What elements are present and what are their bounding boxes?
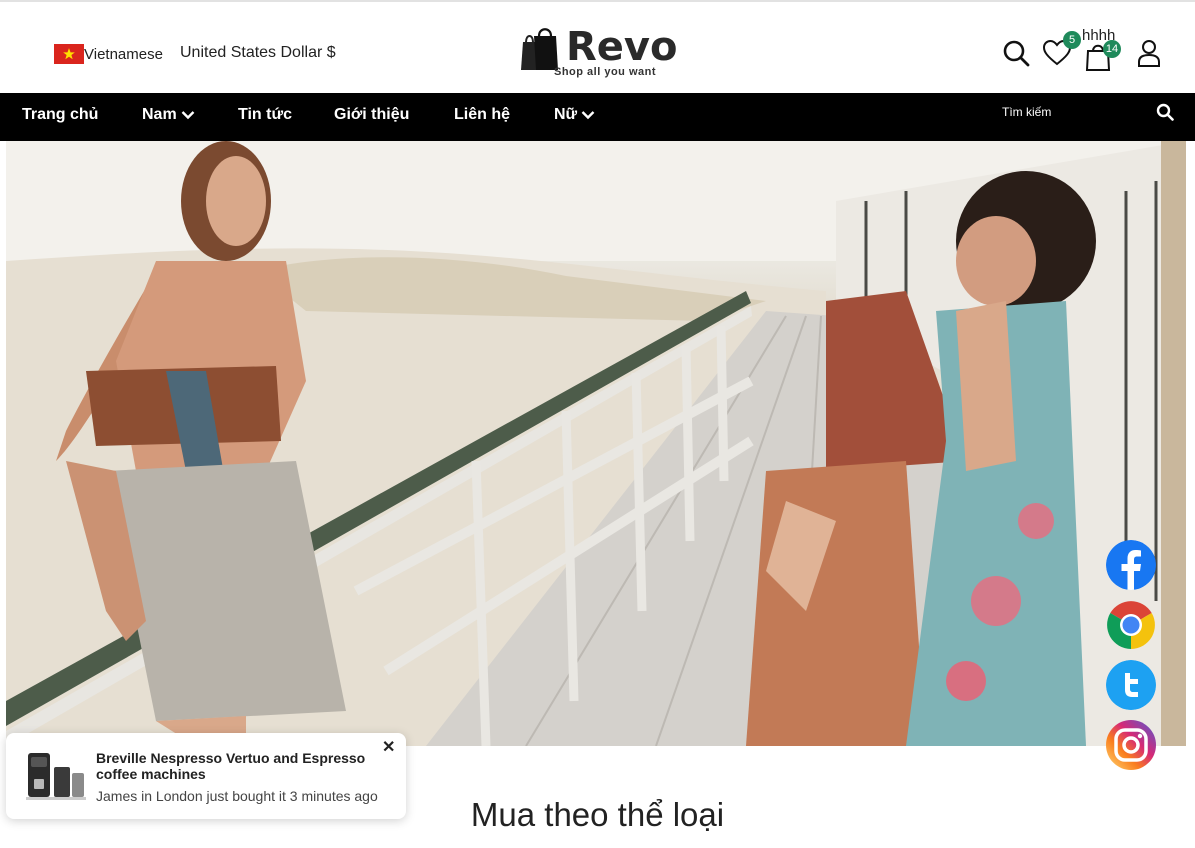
coffee-machine-image bbox=[26, 753, 86, 800]
chevron-down-icon bbox=[581, 111, 595, 120]
nav-item-home[interactable]: Trang chủ bbox=[22, 106, 98, 124]
hero-illustration bbox=[6, 141, 1186, 746]
user-icon[interactable] bbox=[1137, 39, 1161, 67]
cart-count-badge: 14 bbox=[1103, 40, 1121, 58]
nav-item-label: Liên hệ bbox=[454, 106, 511, 123]
search-icon[interactable] bbox=[1156, 103, 1174, 121]
nav-item-men[interactable]: Nam bbox=[142, 106, 195, 124]
logo-tagline: Shop all you want bbox=[554, 66, 657, 78]
chrome-icon[interactable] bbox=[1106, 600, 1156, 650]
nav-item-label: Nữ bbox=[554, 106, 578, 123]
language-switcher[interactable]: Vietnamese bbox=[54, 44, 163, 64]
currency-switcher[interactable]: United States Dollar $ bbox=[180, 44, 336, 62]
logo-text: Revo bbox=[566, 24, 678, 70]
nav-item-label: Giới thiệu bbox=[334, 106, 410, 123]
nav-item-label: Trang chủ bbox=[22, 106, 99, 123]
twitter-icon[interactable] bbox=[1106, 660, 1156, 710]
section-title: Mua theo thể loại bbox=[470, 796, 725, 833]
main-nav: Trang chủ Nam Tin tức Giới thiệu Liên hệ… bbox=[0, 93, 1195, 141]
chevron-down-icon bbox=[181, 111, 195, 120]
site-header: Vietnamese United States Dollar $ Revo S… bbox=[0, 2, 1195, 93]
nav-item-women[interactable]: Nữ bbox=[554, 106, 595, 124]
notification-title: Breville Nespresso Vertuo and Espresso c… bbox=[96, 750, 366, 782]
nav-item-news[interactable]: Tin tức bbox=[238, 106, 292, 124]
instagram-icon[interactable] bbox=[1106, 720, 1156, 770]
close-icon[interactable]: ✕ bbox=[382, 737, 395, 757]
facebook-icon[interactable] bbox=[1106, 540, 1156, 590]
nav-item-label: Tin tức bbox=[238, 106, 292, 123]
nav-item-about[interactable]: Giới thiệu bbox=[334, 106, 409, 124]
search-input[interactable]: Tìm kiếm bbox=[1002, 105, 1051, 119]
nav-item-contact[interactable]: Liên hệ bbox=[454, 106, 510, 124]
nav-item-label: Nam bbox=[142, 106, 177, 123]
search-icon[interactable] bbox=[1002, 39, 1030, 67]
vietnam-flag-icon bbox=[54, 44, 84, 64]
site-logo[interactable]: Revo Shop all you want bbox=[520, 24, 680, 82]
wishlist-count-badge: 5 bbox=[1063, 31, 1081, 49]
hero-banner-image[interactable] bbox=[6, 141, 1186, 746]
language-label: Vietnamese bbox=[84, 45, 163, 63]
